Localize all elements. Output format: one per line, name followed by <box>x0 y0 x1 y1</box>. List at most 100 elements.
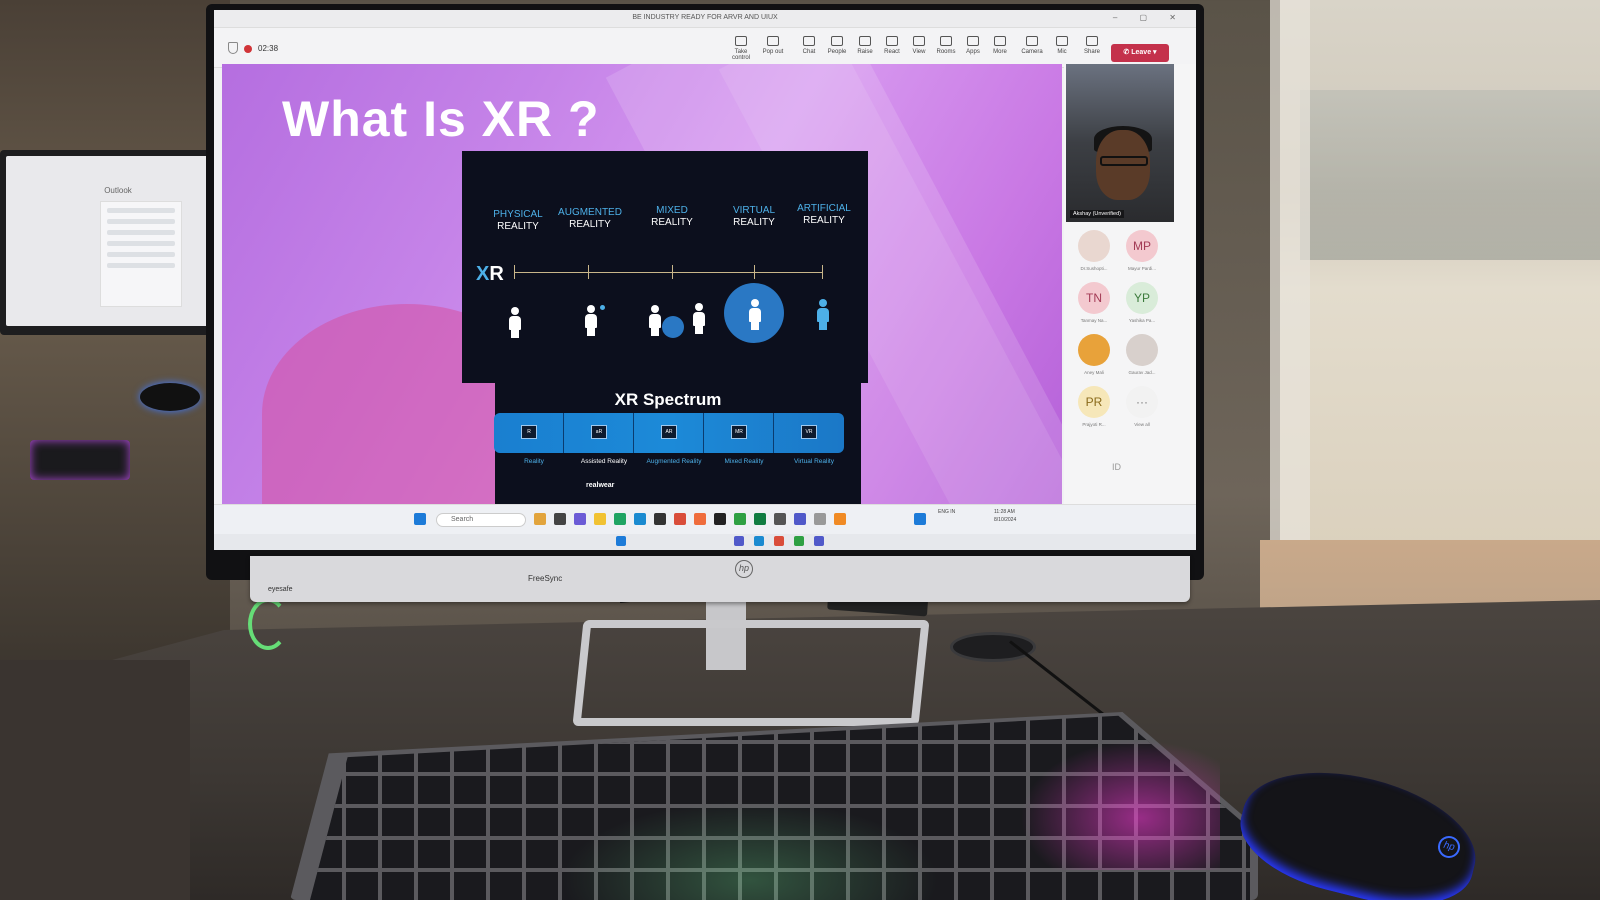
mic-button[interactable]: Mic <box>1047 36 1077 55</box>
spectrum-line <box>514 272 822 273</box>
mr-dot <box>662 316 684 338</box>
taskbar-app-icon[interactable] <box>914 513 926 525</box>
participant-name: Aney Mali <box>1084 370 1104 375</box>
participant-avatar[interactable] <box>1078 230 1110 262</box>
chrome-icon[interactable] <box>674 513 686 525</box>
taskbar-app-icon[interactable] <box>734 536 744 546</box>
edge-icon[interactable] <box>634 513 646 525</box>
side-monitor-screen: Outlook <box>6 156 230 326</box>
person-icon <box>748 299 762 331</box>
side-monitor-app-title: Outlook <box>104 186 132 195</box>
pop-out-button[interactable]: Pop out <box>758 36 788 55</box>
monitor-screen: BE INDUSTRY READY FOR ARVR AND UIUX – ▢ … <box>214 10 1196 550</box>
take-control-button[interactable]: Take control <box>726 36 756 61</box>
firefox-icon[interactable] <box>694 513 706 525</box>
view-all-label: View all <box>1134 422 1150 427</box>
spectrum-bar: R aR AR MR VR <box>494 413 844 453</box>
column-label: PHYSICAL REALITY <box>493 209 543 232</box>
taskbar-app-icon[interactable] <box>714 513 726 525</box>
keyboard-rgb-glow <box>1020 740 1220 870</box>
side-monitor-panel <box>100 201 182 307</box>
react-button[interactable]: React <box>877 36 907 55</box>
participant-avatar[interactable] <box>1126 334 1158 366</box>
taskbar-app-icon[interactable] <box>614 513 626 525</box>
taskbar-search[interactable]: Search <box>436 513 526 527</box>
side-mouse <box>140 383 200 411</box>
view-button[interactable]: View <box>904 36 934 55</box>
column-label: ARTIFICIAL REALITY <box>797 203 851 226</box>
participant-name: Prajyoti R... <box>1082 422 1106 427</box>
vlc-icon[interactable] <box>834 513 846 525</box>
excel-icon[interactable] <box>754 513 766 525</box>
slide-title: What Is XR ? <box>282 91 600 147</box>
left-desk <box>0 660 190 900</box>
more-button[interactable]: More <box>985 36 1015 55</box>
participant-avatar[interactable]: MP <box>1126 230 1158 262</box>
person-icon <box>584 305 598 337</box>
presenter-name: Akshay (Unverified) <box>1070 210 1124 218</box>
raise-hand-button[interactable]: Raise <box>850 36 880 55</box>
recording-icon <box>244 45 252 53</box>
window-titlebar: BE INDUSTRY READY FOR ARVR AND UIUX – ▢ … <box>214 10 1196 28</box>
xr-mark: XR <box>476 263 504 285</box>
folder-icon[interactable] <box>594 513 606 525</box>
camera-button[interactable]: Camera <box>1017 36 1047 55</box>
participant-avatar[interactable] <box>1078 334 1110 366</box>
spectrum-label: Reality <box>524 458 544 465</box>
clock-date: 8/10/2024 <box>994 517 1017 523</box>
monitor-bezel <box>250 556 1190 602</box>
glasses <box>1100 156 1148 166</box>
rooms-button[interactable]: Rooms <box>931 36 961 55</box>
meeting-timer: 02:38 <box>258 44 279 53</box>
windows-start-icon[interactable] <box>414 513 426 525</box>
apps-button[interactable]: Apps <box>958 36 988 55</box>
participant-name: Mayur Pardi... <box>1127 266 1156 271</box>
desk-grommet <box>950 632 1036 662</box>
taskbar-app-icon[interactable] <box>774 536 784 546</box>
taskbar-app-icon[interactable] <box>574 513 586 525</box>
background-wall-left <box>0 0 230 680</box>
spectrum-title: XR Spectrum <box>614 390 722 409</box>
id-label: ID <box>1112 462 1121 472</box>
chat-button[interactable]: Chat <box>794 36 824 55</box>
spectrum-label: Virtual Reality <box>794 458 834 465</box>
taskbar-app-icon[interactable] <box>534 513 546 525</box>
people-button[interactable]: People <box>822 36 852 55</box>
window-controls[interactable]: – ▢ ✕ <box>1113 13 1186 22</box>
participant-avatar[interactable]: TN <box>1078 282 1110 314</box>
monitor-stand-base <box>572 620 930 726</box>
spectrum-label: Augmented Reality <box>646 458 702 465</box>
taskbar-app-icon[interactable] <box>654 513 666 525</box>
language-indicator[interactable]: ENG IN <box>938 509 955 515</box>
hp-logo-icon: hp <box>735 560 753 578</box>
taskbar-app-icon[interactable] <box>734 513 746 525</box>
share-button[interactable]: Share <box>1077 36 1107 55</box>
window-title: BE INDUSTRY READY FOR ARVR AND UIUX <box>632 14 778 21</box>
taskbar-app-icon[interactable] <box>814 536 824 546</box>
taskbar-app-icon[interactable] <box>754 536 764 546</box>
person-icon <box>648 305 662 337</box>
presenter-video[interactable]: Akshay (Unverified) <box>1066 64 1174 222</box>
windows-start-icon[interactable] <box>616 536 626 546</box>
person-icon <box>816 299 830 331</box>
background-window <box>1300 90 1600 260</box>
participant-name: Tanmay Na... <box>1080 318 1108 323</box>
taskbar-app-icon[interactable] <box>794 536 804 546</box>
remote-taskbar: Search ENG IN 11:28 AM 8/10/2024 <box>214 504 1196 534</box>
shield-icon <box>228 42 238 54</box>
column-label: VIRTUAL REALITY <box>732 205 776 228</box>
person-icon <box>692 303 706 335</box>
participant-avatar[interactable]: YP <box>1126 282 1158 314</box>
participant-name: Yashika Pa... <box>1128 318 1156 323</box>
teams-icon[interactable] <box>794 513 806 525</box>
view-all-button[interactable]: ··· <box>1126 386 1158 418</box>
eyesafe-badge: eyesafe <box>268 586 293 593</box>
taskbar-app-icon[interactable] <box>554 513 566 525</box>
keyboard-rgb-glow <box>560 800 940 900</box>
leave-button[interactable]: ✆ Leave ▾ <box>1111 44 1169 62</box>
taskbar-app-icon[interactable] <box>814 513 826 525</box>
participant-avatar[interactable]: PR <box>1078 386 1110 418</box>
xr-graphic: PHYSICAL REALITY AUGMENTED REALITY MIXED RE… <box>462 151 868 383</box>
spectrum-label: Assisted Reality <box>580 458 628 465</box>
taskbar-app-icon[interactable] <box>774 513 786 525</box>
